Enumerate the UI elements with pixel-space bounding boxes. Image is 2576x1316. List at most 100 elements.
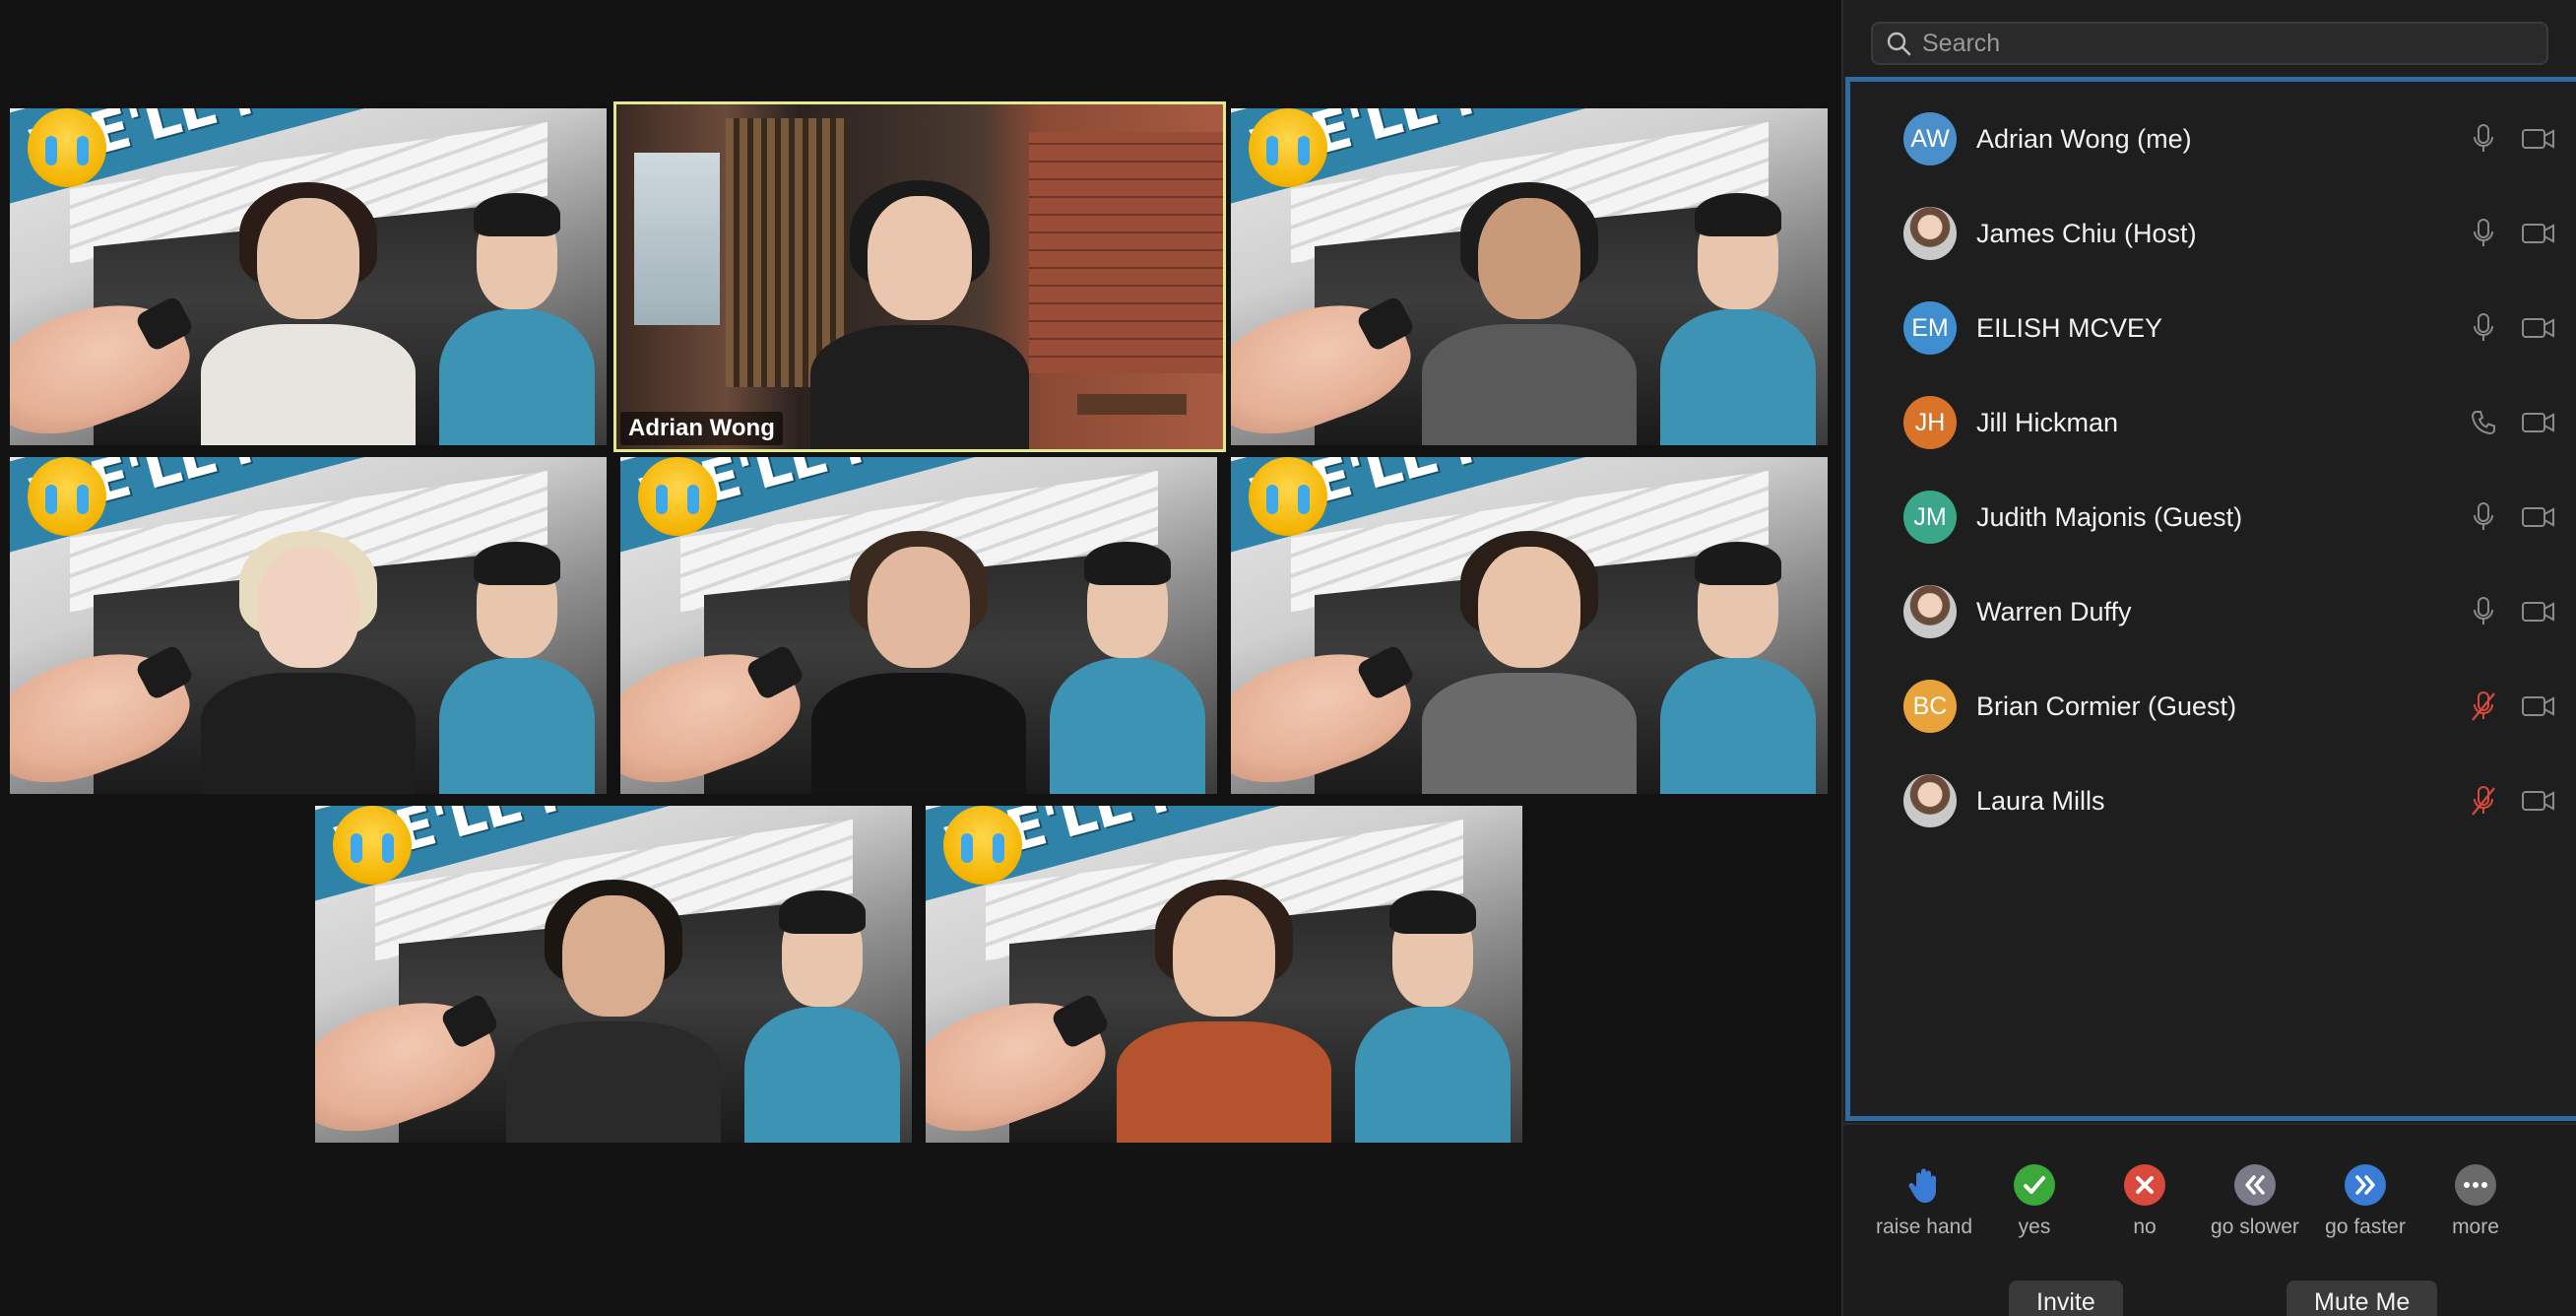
more-icon [2455,1164,2496,1206]
cartoon-figure [1050,541,1205,794]
cartoon-figure [744,889,900,1143]
zoom-meeting-window: WE'LL MISS YOUAdrian WongWE'LL MISS YOUW… [0,0,2576,1316]
muted-microphone-icon[interactable] [2469,781,2498,821]
cartoon-figure [1660,192,1816,445]
microphone-icon[interactable] [2469,119,2498,159]
video-camera-icon[interactable] [2520,497,2557,537]
participant-name: Judith Majonis (Guest) [1976,501,2243,532]
cartoon-figure [439,192,595,445]
reaction-label: go slower [2211,1216,2299,1238]
reaction-raise-hand-button[interactable]: raise hand [1865,1164,1983,1239]
crying-emoji-icon [943,806,1023,885]
participant-list: AW Adrian Wong (me) James Chiu (Host) EM EIL… [1845,77,2576,1121]
speaker-name-label: Adrian Wong [620,412,783,445]
video-camera-icon[interactable] [2520,687,2557,726]
panel-footer: Invite Mute Me [1843,1251,2576,1316]
participant-name: Laura Mills [1976,785,2105,816]
participant-figure [1421,182,1638,445]
reaction-go-faster-button[interactable]: go faster [2306,1164,2424,1239]
participant-row[interactable]: JH Jill Hickman [1850,375,2576,470]
avatar [1903,774,1957,827]
participant-row[interactable]: JM Judith Majonis (Guest) [1850,470,2576,564]
participant-name: EILISH MCVEY [1976,312,2163,343]
reaction-yes-button[interactable]: yes [1975,1164,2093,1239]
crying-emoji-icon [28,108,107,187]
microphone-icon[interactable] [2469,308,2498,348]
microphone-icon[interactable] [2469,497,2498,537]
avatar: BC [1903,680,1957,733]
microphone-icon[interactable] [2469,214,2498,253]
cafe-table-graphic [1077,394,1188,415]
raise-hand-icon [1903,1164,1945,1206]
reaction-no-button[interactable]: no [2086,1164,2204,1239]
video-camera-icon[interactable] [2520,403,2557,442]
participant-row[interactable]: EM EILISH MCVEY [1850,281,2576,375]
muted-microphone-icon[interactable] [2469,687,2498,726]
video-camera-icon[interactable] [2520,214,2557,253]
microphone-icon[interactable] [2469,592,2498,631]
participant-figure [1116,880,1332,1143]
fast-forward-icon [2345,1164,2386,1206]
reaction-label: raise hand [1875,1216,1973,1238]
cartoon-figure [439,541,595,794]
participant-name: Jill Hickman [1976,407,2119,437]
video-camera-icon[interactable] [2520,781,2557,821]
cartoon-figure [1660,541,1816,794]
participant-row[interactable]: Laura Mills [1850,754,2576,848]
search-input[interactable] [1918,29,2546,58]
reaction-bar: raise hand yes no go slower go faster more [1843,1123,2576,1251]
crying-emoji-icon [333,806,413,885]
search-icon [1879,24,1918,63]
participant-figure [200,531,417,794]
avatar: AW [1903,112,1957,165]
participant-figure [200,182,417,445]
cartoon-figure [1355,889,1511,1143]
crying-emoji-icon [1249,457,1328,536]
avatar: JM [1903,491,1957,544]
participant-figure [810,180,1029,449]
search-box[interactable] [1871,22,2548,65]
rewind-icon [2234,1164,2276,1206]
participant-name: James Chiu (Host) [1976,218,2197,248]
phone-icon[interactable] [2469,403,2498,442]
participant-figure [810,531,1027,794]
participant-row[interactable]: Warren Duffy [1850,564,2576,659]
crying-emoji-icon [28,457,107,536]
participant-row[interactable]: BC Brian Cormier (Guest) [1850,659,2576,754]
video-gallery: WE'LL MISS YOUAdrian WongWE'LL MISS YOUW… [0,0,1841,1316]
participant-video-tile[interactable]: WE'LL MISS YOU [315,806,912,1143]
invite-button[interactable]: Invite [2009,1281,2123,1316]
x-icon [2124,1164,2165,1206]
reaction-label: more [2452,1216,2499,1238]
participant-video-tile[interactable]: WE'LL MISS YOU [1231,457,1828,794]
video-camera-icon[interactable] [2520,308,2557,348]
video-camera-icon[interactable] [2520,592,2557,631]
participant-row[interactable]: James Chiu (Host) [1850,186,2576,281]
participants-panel: AW Adrian Wong (me) James Chiu (Host) EM EIL… [1841,0,2576,1316]
participant-name: Adrian Wong (me) [1976,123,2192,154]
avatar: JH [1903,396,1957,449]
participant-video-tile[interactable]: WE'LL MISS YOU [620,457,1217,794]
avatar [1903,207,1957,260]
mute-me-button[interactable]: Mute Me [2286,1281,2438,1316]
participant-video-tile[interactable]: WE'LL MISS YOU [926,806,1522,1143]
checkmark-icon [2014,1164,2055,1206]
reaction-go-slower-button[interactable]: go slower [2196,1164,2314,1239]
crying-emoji-icon [638,457,718,536]
crying-emoji-icon [1249,108,1328,187]
participant-video-tile[interactable]: WE'LL MISS YOU [10,457,607,794]
video-camera-icon[interactable] [2520,119,2557,159]
reaction-label: go faster [2325,1216,2406,1238]
avatar [1903,585,1957,638]
active-speaker-video-tile[interactable]: Adrian Wong [613,101,1226,452]
participant-video-tile[interactable]: WE'LL MISS YOU [1231,108,1828,445]
participant-name: Brian Cormier (Guest) [1976,691,2237,721]
cafe-window-graphic [634,153,720,325]
reaction-more-button[interactable]: more [2416,1164,2535,1239]
participant-row[interactable]: AW Adrian Wong (me) [1850,92,2576,186]
reaction-label: no [2133,1216,2157,1238]
participant-name: Warren Duffy [1976,596,2132,626]
participant-video-tile[interactable]: WE'LL MISS YOU [10,108,607,445]
reaction-label: yes [2018,1216,2051,1238]
participant-figure [505,880,722,1143]
